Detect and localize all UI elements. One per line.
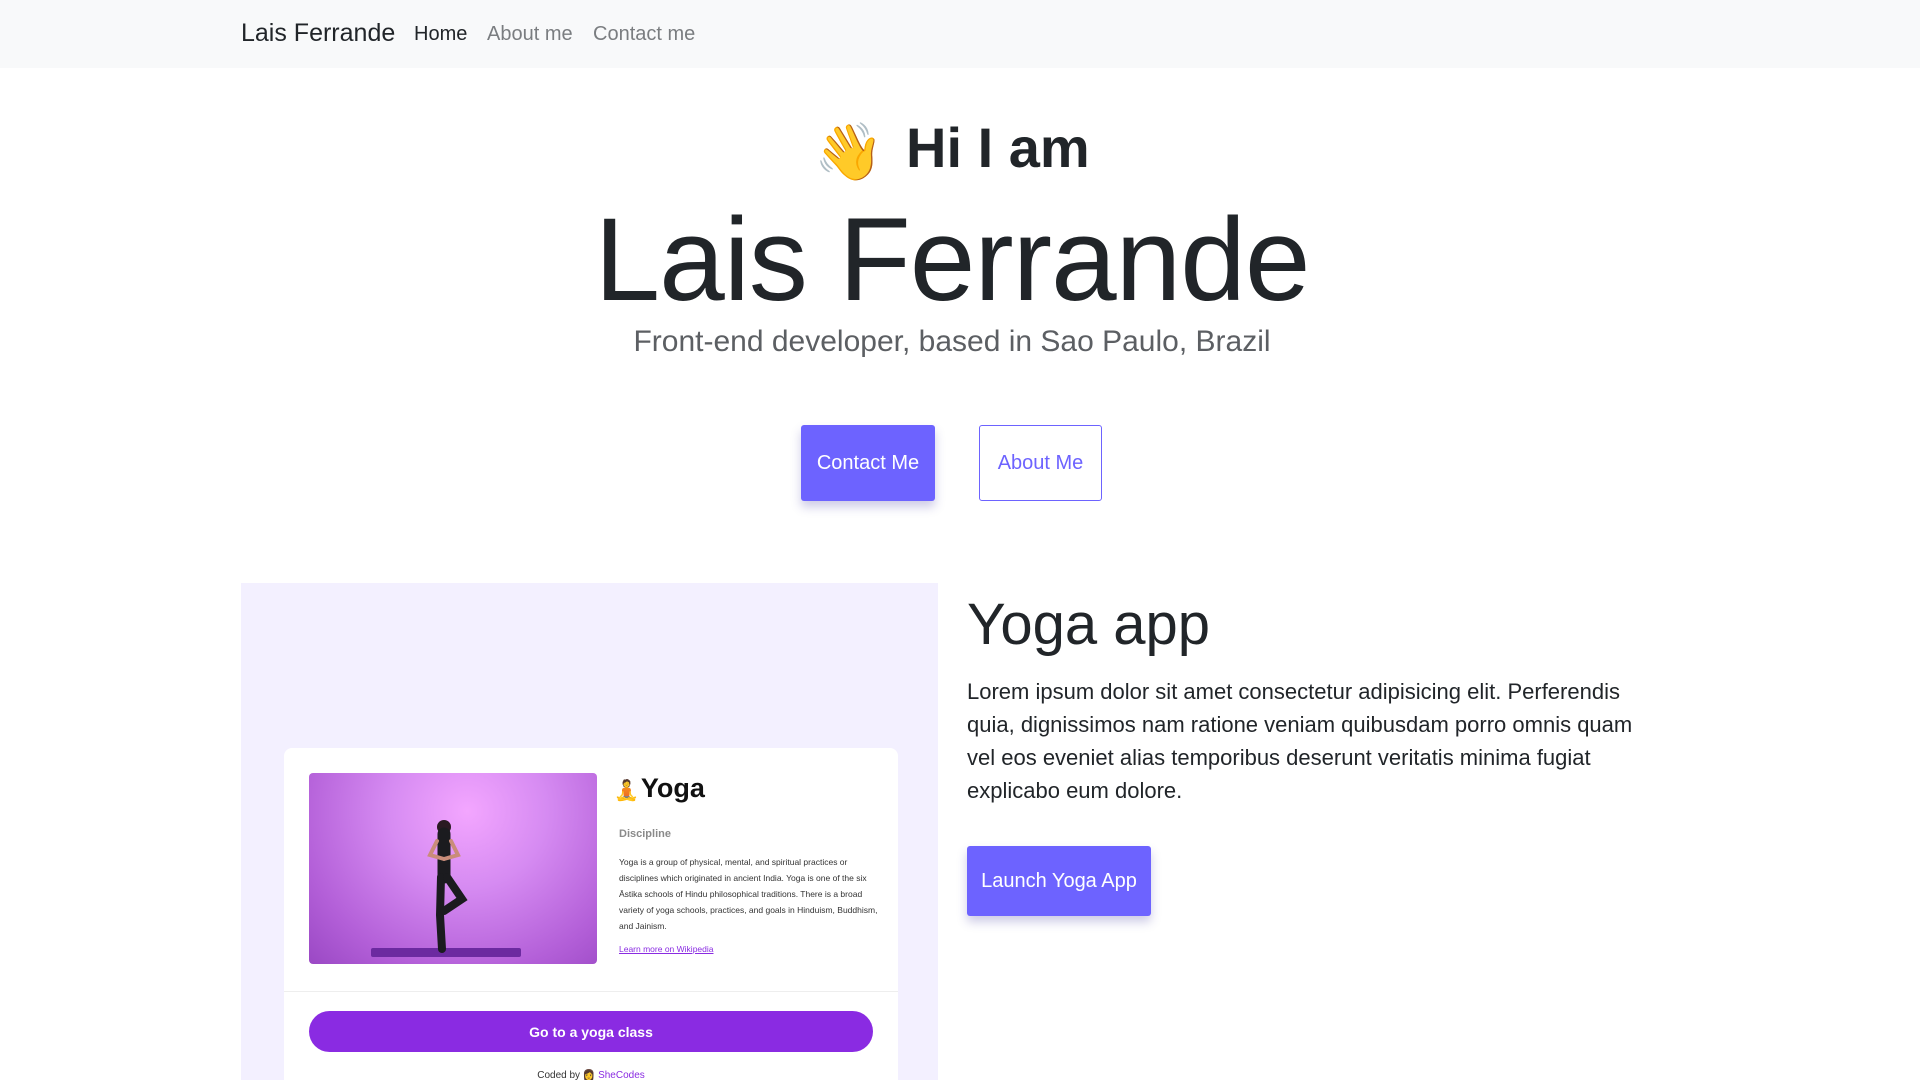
hero-greeting-text: Hi I am [906,116,1090,179]
contact-me-button[interactable]: Contact Me [801,425,935,501]
yoga-photo [309,773,597,964]
launch-yoga-app-button[interactable]: Launch Yoga App [967,846,1151,916]
preview-title-text: Yoga [640,773,705,803]
navbar: Lais Ferrande Home About me Contact me [0,0,1920,68]
project-title: Yoga app [967,592,1211,657]
nav-link-about-me[interactable]: About me [487,23,573,46]
preview-description: Yoga is a group of physical, mental, and… [619,857,878,931]
nav-link-home[interactable]: Home [414,23,467,46]
nav-link-contact-me[interactable]: Contact me [593,23,695,46]
brand-link[interactable]: Lais Ferrande [241,19,395,48]
yoga-pose-figure [427,820,468,953]
hero-greeting: 👋 Hi I am [0,112,1904,188]
woman-icon: 👩 [582,1070,596,1080]
preview-wikipedia-link[interactable]: Learn more on Wikipedia [619,944,714,954]
project-description: Lorem ipsum dolor sit amet consectetur a… [967,679,1633,803]
preview-divider [284,991,898,992]
waving-hand-icon: 👋 [814,120,885,183]
preview-discipline-label: Discipline [619,828,671,840]
hero-name: Lais Ferrande [594,194,1310,326]
person-in-lotus-icon: 🧘 [614,780,639,802]
preview-yoga-class-button[interactable]: Go to a yoga class [309,1011,873,1052]
hero-subtitle: Front-end developer, based in Sao Paulo,… [633,325,1271,358]
project-preview-frame: 🧘Yoga Discipline Yoga is a group of phys… [241,583,938,1080]
preview-footer: Coded by 👩 SheCodes [284,1070,898,1080]
preview-title: 🧘Yoga [614,773,705,804]
preview-shecodes-link[interactable]: SheCodes [598,1070,645,1080]
about-me-button[interactable]: About Me [979,425,1102,501]
project-preview-card: 🧘Yoga Discipline Yoga is a group of phys… [284,748,898,1080]
preview-footer-prefix: Coded by [537,1070,581,1080]
